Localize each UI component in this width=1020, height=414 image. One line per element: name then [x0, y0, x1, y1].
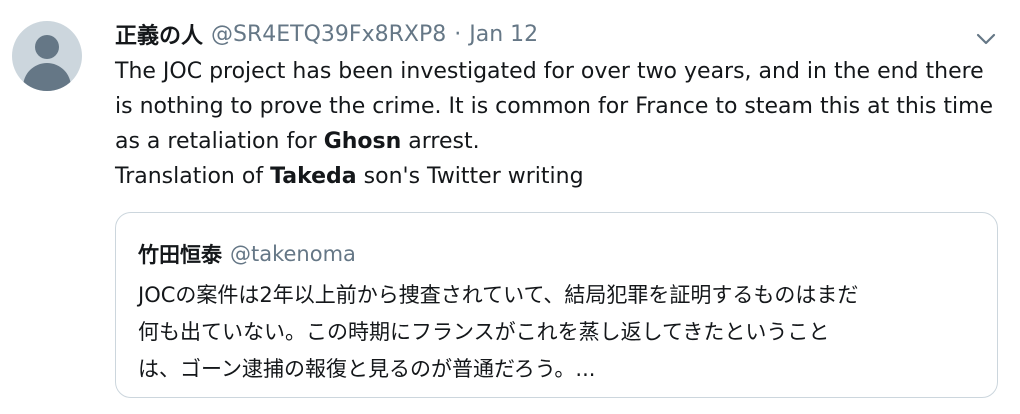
quoted-display-name: 竹田恒泰: [138, 243, 222, 267]
tweet-text-part: son's Twitter writing: [356, 164, 584, 189]
tweet-text-part: Translation of: [115, 164, 271, 189]
quoted-tweet-header: 竹田恒泰 @takenoma: [138, 237, 975, 271]
chevron-down-icon[interactable]: [975, 28, 997, 50]
display-name[interactable]: 正義の人: [115, 18, 203, 50]
avatar[interactable]: [12, 21, 82, 91]
quoted-tweet-text: JOCの案件は2年以上前から捜査されていて、結局犯罪を証明するものはまだ 何も出…: [138, 277, 983, 388]
tweet[interactable]: 正義の人 @SR4ETQ39Fx8RXP8 · Jan 12 The JOC p…: [0, 0, 1020, 414]
tweet-paragraph-2: Translation of Takeda son's Twitter writ…: [115, 159, 995, 194]
tweet-paragraph-1: The JOC project has been investigated fo…: [115, 54, 995, 159]
tweet-text-part: The JOC project has been investigated fo…: [115, 59, 994, 154]
quoted-text-line: は、ゴーン逮捕の報復と見るのが普通だろう。...: [138, 357, 596, 381]
tweet-content: 正義の人 @SR4ETQ39Fx8RXP8 · Jan 12 The JOC p…: [115, 17, 995, 194]
quoted-tweet[interactable]: 竹田恒泰 @takenoma JOCの案件は2年以上前から捜査されていて、結局犯…: [115, 212, 998, 398]
avatar-head-shape: [35, 35, 59, 59]
user-handle[interactable]: @SR4ETQ39Fx8RXP8: [211, 22, 446, 47]
separator-dot: ·: [454, 21, 462, 47]
tweet-text: The JOC project has been investigated fo…: [115, 54, 995, 194]
quoted-text-line: 何も出ていない。この時期にフランスがこれを蒸し返してきたということ: [138, 320, 830, 344]
avatar-shoulders-shape: [23, 63, 71, 91]
quoted-user-handle: @takenoma: [230, 242, 356, 266]
tweet-text-part: arrest.: [401, 129, 480, 154]
tweet-text-bold: Ghosn: [323, 129, 402, 154]
tweet-text-bold: Takeda: [270, 164, 357, 189]
quoted-text-line: JOCの案件は2年以上前から捜査されていて、結局犯罪を証明するものはまだ: [138, 283, 859, 307]
tweet-date[interactable]: Jan 12: [469, 22, 538, 47]
tweet-header: 正義の人 @SR4ETQ39Fx8RXP8 · Jan 12: [115, 17, 995, 51]
